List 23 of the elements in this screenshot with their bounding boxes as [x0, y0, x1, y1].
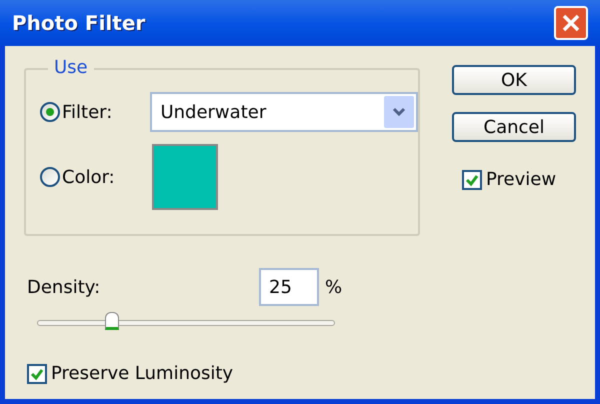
option-label: Color: [62, 166, 116, 190]
density-label: Density: [27, 276, 102, 300]
close-button[interactable] [554, 6, 588, 40]
density-field[interactable]: 25 [259, 268, 319, 306]
percent-unit: % [325, 276, 342, 300]
dialog-button[interactable]: OK [452, 65, 576, 95]
slider-thumb[interactable] [105, 312, 119, 330]
checkbox-label: Preserve Luminosity [51, 362, 234, 386]
density-value: 25 [269, 276, 292, 300]
dialog-button[interactable]: Cancel [452, 112, 576, 142]
check-icon [465, 172, 479, 186]
close-icon [562, 14, 580, 32]
option-label: Filter: [62, 100, 114, 124]
color-swatch[interactable] [152, 144, 218, 210]
radio-button[interactable] [40, 102, 60, 122]
window-title: Photo Filter [12, 10, 146, 37]
dropdown-value: Underwater [160, 100, 266, 124]
checkbox-label: Preview [486, 168, 556, 192]
radio-button[interactable] [40, 167, 60, 187]
checkbox[interactable] [462, 170, 482, 190]
filter-dropdown[interactable]: Underwater [150, 92, 418, 132]
check-icon [30, 366, 44, 380]
checkbox[interactable] [27, 364, 47, 384]
